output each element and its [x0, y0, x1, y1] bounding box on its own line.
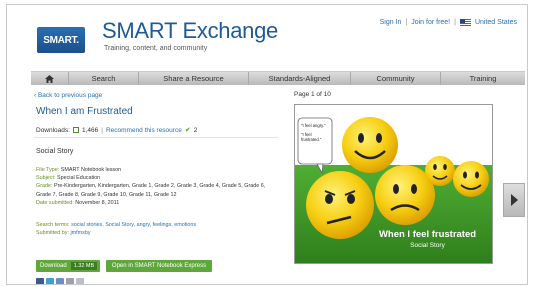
- twitter-icon[interactable]: [46, 278, 54, 284]
- meta-file-type: File Type: SMART Notebook lesson: [36, 167, 122, 173]
- us-flag-icon[interactable]: [459, 19, 471, 26]
- download-label: Download: [40, 263, 67, 269]
- search-terms-links[interactable]: social stories, Social Story, angry, fee…: [71, 222, 196, 228]
- divider: [34, 137, 278, 138]
- resource-meta: File Type: SMART Notebook lesson Subject…: [36, 166, 276, 207]
- top-links: Sign In | Join for free! | United States: [380, 19, 517, 26]
- site-title: SMART Exchange: [102, 18, 278, 43]
- main-nav: Search Share a Resource Standards-Aligne…: [31, 71, 525, 85]
- separator: |: [405, 19, 408, 26]
- meta-date: Date submitted: November 8, 2011: [36, 199, 120, 206]
- recommend-link[interactable]: Recommend this resource: [106, 127, 182, 134]
- home-icon: [45, 74, 54, 83]
- site-tagline: Training, content, and community: [104, 45, 208, 52]
- slide-caption-subtitle: Social Story: [410, 242, 445, 249]
- download-count-icon: [72, 127, 79, 133]
- page-frame: SMART. SMART Exchange Training, content,…: [6, 4, 528, 285]
- open-notebook-express-button[interactable]: Open in SMART Notebook Express: [106, 260, 212, 272]
- back-link[interactable]: ‹ Back to previous page: [34, 92, 102, 99]
- submitted-by-label: Submitted by:: [36, 230, 69, 237]
- resource-title: When I am Frustrated: [36, 106, 133, 117]
- downloads-label: Downloads:: [36, 126, 70, 134]
- sign-in-link[interactable]: Sign In: [380, 19, 402, 26]
- downloads-row: Downloads: 1,466 | Recommend this resour…: [36, 126, 198, 135]
- separator: |: [454, 19, 456, 26]
- submitted-by-link[interactable]: jmfmsby: [70, 230, 90, 236]
- region-link[interactable]: United States: [475, 19, 517, 26]
- meta-subject: Subject: Special Education: [36, 175, 101, 182]
- smart-logo[interactable]: SMART.: [37, 27, 85, 53]
- downloads-count: 1,466: [81, 126, 99, 134]
- download-size: 1.32 MB: [70, 262, 98, 270]
- nav-community[interactable]: Community: [351, 72, 441, 85]
- share-icons: [36, 278, 84, 284]
- arrow-right-icon: [510, 194, 518, 206]
- slide-preview[interactable]: "I feel angry." "I feel frustrated." Whe…: [294, 104, 493, 264]
- email-icon[interactable]: [66, 278, 74, 284]
- download-button[interactable]: Download 1.32 MB: [36, 260, 101, 272]
- nav-search[interactable]: Search: [69, 72, 139, 85]
- share-icon[interactable]: [56, 278, 64, 284]
- nav-standards-aligned[interactable]: Standards-Aligned: [249, 72, 351, 85]
- separator: |: [101, 126, 103, 134]
- check-icon: ✔: [184, 127, 191, 134]
- slide-caption-title: When I feel frustrated: [378, 229, 477, 240]
- nav-training[interactable]: Training: [441, 72, 525, 85]
- page-indicator: Page 1 of 10: [294, 91, 331, 98]
- join-link[interactable]: Join for free!: [411, 19, 450, 26]
- nav-share-resource[interactable]: Share a Resource: [139, 72, 249, 85]
- resource-description: Social Story: [36, 148, 74, 155]
- meta-grade: Grade: Pre-Kindergarten, Kindergarten, G…: [36, 183, 266, 198]
- recommend-count: 2: [193, 126, 198, 134]
- bubble-text: "I feel angry." "I feel frustrated.": [301, 123, 326, 142]
- search-terms: Search terms: social stories, Social Sto…: [36, 221, 276, 238]
- next-slide-button[interactable]: [503, 183, 525, 217]
- home-button[interactable]: [31, 72, 69, 85]
- search-terms-label: Search terms:: [36, 222, 70, 228]
- print-icon[interactable]: [76, 278, 84, 284]
- facebook-icon[interactable]: [36, 278, 44, 284]
